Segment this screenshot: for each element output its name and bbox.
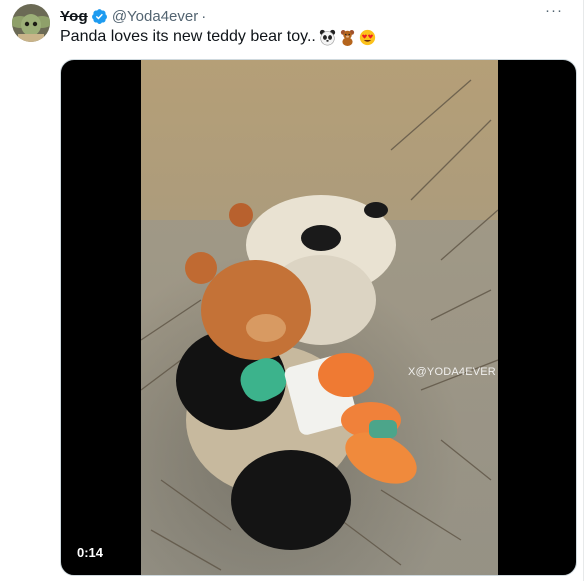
heart-eyes-emoji-icon (359, 29, 376, 45)
video-duration-badge: 0:14 (71, 542, 110, 563)
video-still-image (141, 60, 498, 575)
video-watermark: X@YODA4EVER (408, 366, 496, 378)
teddy-bear-emoji-icon (340, 29, 354, 46)
panda-emoji-icon (319, 29, 336, 45)
video-player[interactable]: X@YODA4EVER 0:14 (60, 59, 577, 576)
verified-badge-icon (91, 8, 107, 24)
user-handle[interactable]: @Yoda4ever (112, 8, 198, 25)
separator-dot: · (201, 7, 207, 25)
avatar[interactable] (12, 4, 50, 42)
video-frame[interactable] (141, 60, 498, 575)
tweet-header: Yog @Yoda4ever · (60, 6, 206, 26)
tweet-card[interactable]: Yog @Yoda4ever · ··· Panda loves its new… (0, 0, 584, 581)
tweet-text-content: Panda loves its new teddy bear toy.. (60, 28, 316, 45)
more-options-icon[interactable]: ··· (545, 3, 563, 18)
tweet-text: Panda loves its new teddy bear toy.. (60, 26, 376, 48)
display-name[interactable]: Yog (60, 8, 88, 25)
